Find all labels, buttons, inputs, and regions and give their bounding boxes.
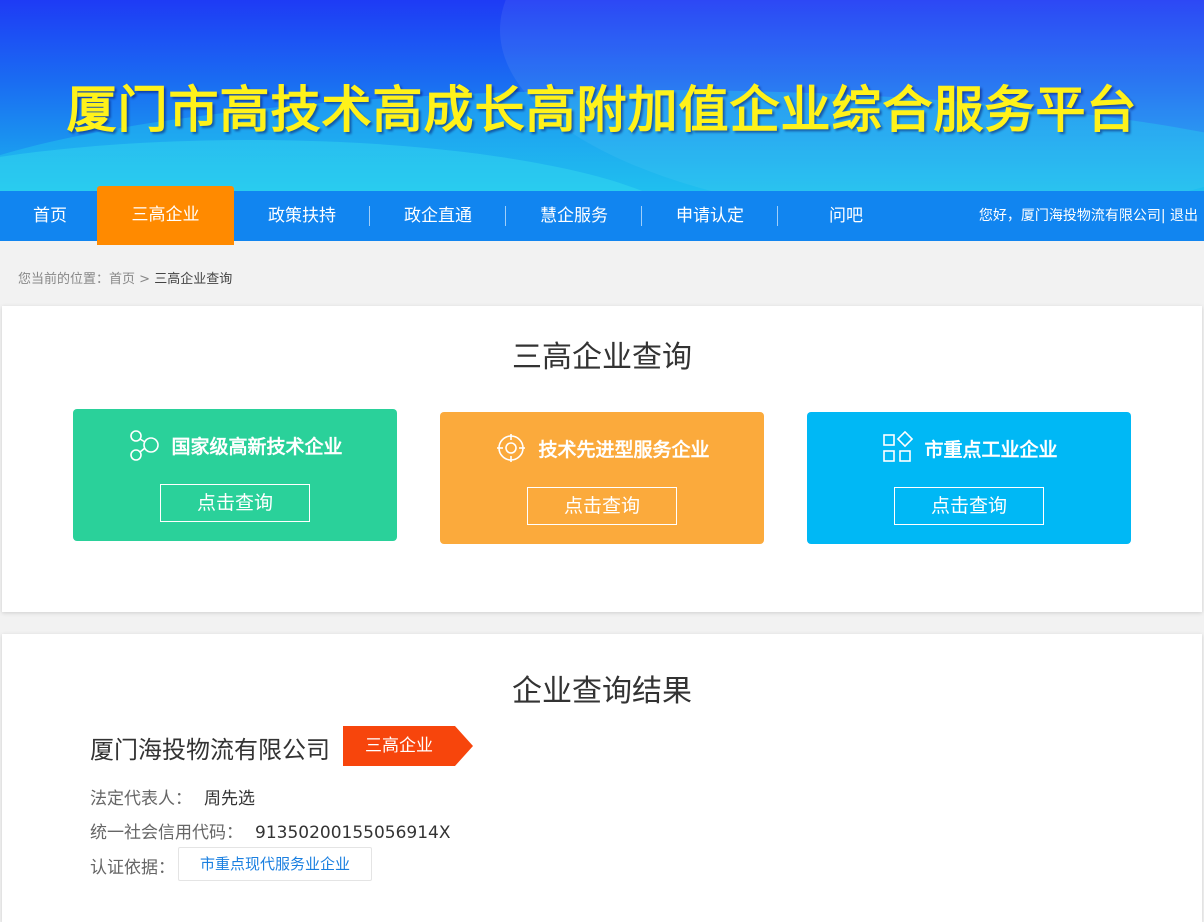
card-key-industrial: 市重点工业企业 点击查询 — [807, 412, 1131, 544]
card-label: 国家级高新技术企业 — [171, 435, 343, 458]
logout-link[interactable]: 退出 — [1166, 208, 1198, 224]
card-header: 技术先进型服务企业 — [440, 430, 764, 466]
query-button-national-hightech[interactable]: 点击查询 — [160, 484, 310, 522]
nav-item-home[interactable]: 首页 — [0, 191, 100, 241]
credit-code-value: 91350200155056914X — [255, 823, 451, 843]
status-badge: 三高企业 — [343, 726, 473, 766]
user-info: 您好，厦门海投物流有限公司| 退出 — [979, 191, 1198, 241]
site-title: 厦门市高技术高成长高附加值企业综合服务平台 — [66, 81, 1138, 139]
card-header: 国家级高新技术企业 — [73, 427, 397, 463]
grid-icon — [883, 431, 914, 462]
breadcrumb-current: 三高企业查询 — [154, 272, 233, 287]
header-banner: 厦门市高技术高成长高附加值企业综合服务平台 — [0, 0, 1204, 191]
query-panel-title: 三高企业查询 — [512, 340, 692, 375]
nav-item-apply[interactable]: 申请认定 — [642, 191, 778, 241]
card-national-hightech: 国家级高新技术企业 点击查询 — [73, 409, 397, 541]
card-advanced-service: 技术先进型服务企业 点击查询 — [440, 412, 764, 544]
nav-item-services[interactable]: 慧企服务 — [506, 191, 642, 241]
query-panel: 三高企业查询 国家级高新技术企业 点击查询 技术先进型服务企业 点击查询 市重点… — [2, 306, 1202, 612]
legal-rep-row: 法定代表人： 周先选 — [90, 784, 255, 809]
nav-item-gov-direct[interactable]: 政企直通 — [370, 191, 506, 241]
nav-item-sangao[interactable]: 三高企业 — [97, 186, 234, 245]
molecule-icon — [130, 430, 160, 461]
credit-code-label: 统一社会信用代码： — [90, 823, 243, 843]
card-header: 市重点工业企业 — [807, 430, 1131, 466]
query-button-key-industrial[interactable]: 点击查询 — [894, 487, 1044, 525]
card-label: 市重点工业企业 — [924, 438, 1058, 461]
card-label: 技术先进型服务企业 — [538, 438, 710, 461]
result-panel: 企业查询结果 厦门海投物流有限公司 三高企业 法定代表人： 周先选 统一社会信用代… — [2, 634, 1202, 922]
nav-item-qa[interactable]: 问吧 — [778, 191, 914, 241]
breadcrumb-home[interactable]: 首页 — [109, 272, 135, 287]
basis-value: 市重点现代服务业企业 — [178, 847, 372, 881]
company-name: 厦门海投物流有限公司 — [90, 736, 330, 764]
breadcrumb-arrow: > — [135, 272, 155, 287]
basis-label: 认证依据： — [90, 858, 175, 878]
target-icon — [497, 434, 526, 462]
legal-rep-label: 法定代表人： — [90, 789, 192, 809]
legal-rep-value: 周先选 — [204, 789, 255, 809]
main-nav: 首页 三高企业 政策扶持 政企直通 慧企服务 申请认定 问吧 您好，厦门海投物流… — [0, 186, 1204, 245]
breadcrumb-prefix: 您当前的位置： — [18, 272, 110, 287]
query-button-advanced-service[interactable]: 点击查询 — [527, 487, 677, 525]
breadcrumb: 您当前的位置：首页 > 三高企业查询 — [18, 268, 232, 287]
nav-item-policy[interactable]: 政策扶持 — [234, 191, 370, 241]
result-panel-title: 企业查询结果 — [512, 674, 692, 709]
user-greeting[interactable]: 您好，厦门海投物流有限公司 — [979, 208, 1161, 224]
basis-row: 认证依据： — [90, 853, 175, 878]
credit-code-row: 统一社会信用代码： 91350200155056914X — [90, 818, 451, 843]
